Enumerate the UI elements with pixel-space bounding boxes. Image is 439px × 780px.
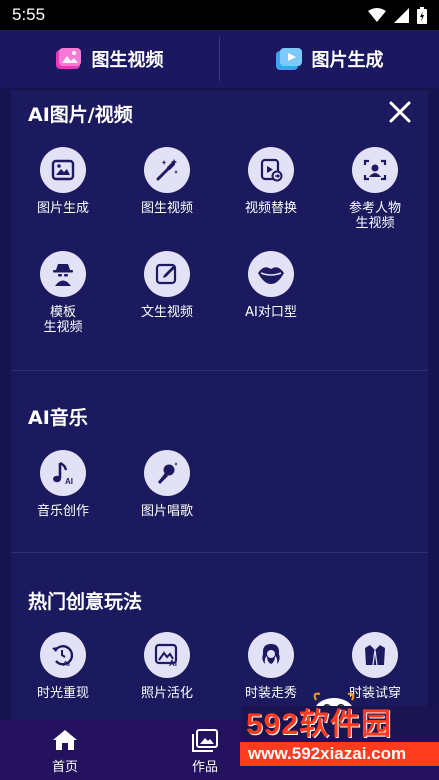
tool-image-to-video[interactable]: 图生视频: [115, 147, 219, 216]
tool-image-generate[interactable]: 图片生成: [11, 147, 115, 216]
top-tabs: 图生视频 图片生成: [0, 30, 439, 88]
tool-label: 图片唱歌: [140, 504, 193, 519]
tool-text-to-video[interactable]: 文生视频: [115, 251, 219, 320]
tool-music-create[interactable]: AI 音乐创作: [11, 450, 115, 519]
section-divider: [11, 552, 428, 553]
section-title-hot-creative: 热门创意玩法: [28, 591, 143, 613]
watermark: 592软件园 www.592xiazai.com: [240, 706, 439, 772]
battery-icon: [417, 6, 427, 24]
nav-label: 首页: [52, 760, 79, 775]
tool-label: 视频替换: [244, 201, 297, 216]
close-button[interactable]: [386, 98, 414, 126]
tool-video-swap[interactable]: 视频替换: [219, 147, 323, 216]
nav-label: 作品: [192, 760, 219, 775]
nav-home[interactable]: 首页: [52, 728, 78, 775]
watermark-brand: 592软件园: [246, 708, 393, 741]
tab-label: 图生视频: [91, 50, 164, 71]
tool-label: 时装试穿: [348, 686, 401, 701]
tool-time-rewind[interactable]: AI 时光重现: [11, 632, 115, 701]
status-bar: 5:55: [0, 0, 439, 30]
tool-fashion-show[interactable]: 时装走秀: [219, 632, 323, 701]
time-rewind-ai-icon: AI: [40, 632, 86, 678]
image-icon: [40, 147, 86, 193]
tool-label: 模板 生视频: [43, 305, 83, 335]
spy-template-icon: [40, 251, 86, 297]
tool-image-sing[interactable]: 图片唱歌: [115, 450, 219, 519]
tab-image-generate[interactable]: 图片生成: [220, 30, 439, 88]
tool-label: 音乐创作: [36, 504, 89, 519]
tool-label: AI对口型: [245, 305, 297, 320]
watermark-url: www.592xiazai.com: [248, 744, 407, 763]
music-note-ai-icon: AI: [40, 450, 86, 496]
status-time: 5:55: [12, 5, 46, 24]
status-icons: [368, 6, 427, 24]
signal-icon: [394, 7, 409, 23]
tool-template-video[interactable]: 模板 生视频: [11, 251, 115, 335]
tool-label: 时装走秀: [244, 686, 297, 701]
section-title-ai-music: AI音乐: [28, 407, 88, 429]
tool-label: 图生视频: [140, 201, 193, 216]
svg-text:AI: AI: [63, 661, 70, 668]
woman-hair-icon: [248, 632, 294, 678]
video-swap-icon: [248, 147, 294, 193]
tool-label: 参考人物 生视频: [348, 201, 401, 231]
lips-icon: [248, 251, 294, 297]
close-icon: [389, 101, 411, 123]
tool-reference-person-video[interactable]: 参考人物 生视频: [323, 147, 427, 231]
home-icon: [53, 730, 77, 750]
section-title-ai-image-video: AI图片/视频: [28, 104, 133, 126]
photo-ai-icon: AI: [144, 632, 190, 678]
svg-text:AI: AI: [169, 659, 177, 667]
tab-image-to-video[interactable]: 图生视频: [0, 30, 219, 88]
tool-photo-animate[interactable]: AI 照片活化: [115, 632, 219, 701]
wifi-icon: [368, 7, 386, 23]
image-generate-icon: [275, 48, 302, 70]
tool-label: 时光重现: [36, 686, 89, 701]
microphone-icon: [144, 450, 190, 496]
nav-works[interactable]: 作品: [192, 728, 218, 775]
tab-label: 图片生成: [311, 50, 384, 71]
magic-wand-icon: [144, 147, 190, 193]
edit-text-icon: [144, 251, 190, 297]
section-divider: [11, 370, 428, 371]
tool-label: 图片生成: [36, 201, 89, 216]
person-frame-icon: [352, 147, 398, 193]
suit-icon: [352, 632, 398, 678]
tool-ai-lip-sync[interactable]: AI对口型: [219, 251, 323, 320]
image-video-icon: [55, 48, 82, 70]
tool-label: 照片活化: [140, 686, 193, 701]
svg-text:AI: AI: [65, 477, 73, 486]
tool-label: 文生视频: [140, 305, 193, 320]
gallery-icon: [192, 729, 218, 752]
tools-panel: AI图片/视频 图片生成 图生视频 视频替换 参考人物 生视频 模板 生视频 文…: [11, 90, 428, 720]
